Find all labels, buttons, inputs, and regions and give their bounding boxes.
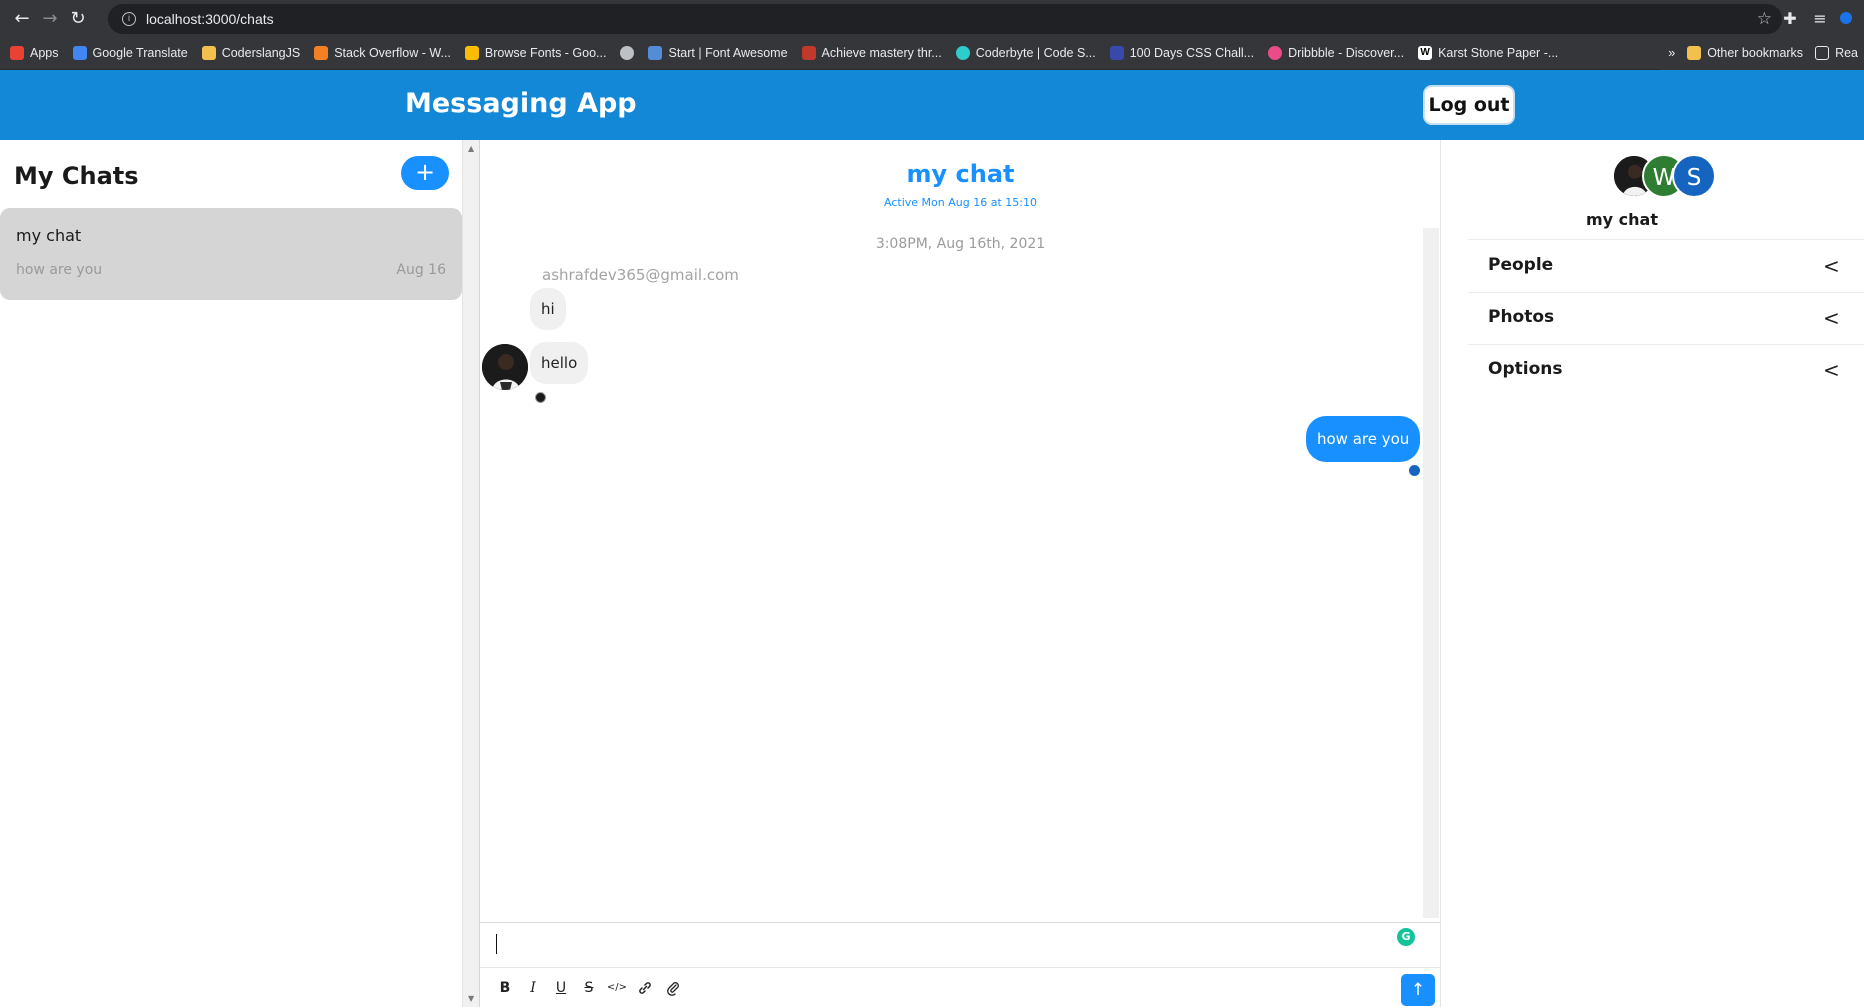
italic-icon[interactable]: I [522, 976, 544, 1000]
grammarly-icon[interactable]: G [1397, 928, 1415, 946]
forward-icon[interactable]: → [36, 4, 64, 32]
reading-list[interactable]: Rea [1815, 46, 1858, 60]
apps-grid-icon [10, 45, 24, 60]
folder-icon [1687, 46, 1702, 60]
bookmark-google-translate[interactable]: Google Translate [72, 45, 188, 60]
section-photos[interactable]: Photos < [1468, 292, 1864, 344]
app-title: Messaging App [405, 88, 637, 119]
more-bookmarks-icon[interactable]: » [1668, 46, 1675, 60]
chat-list-title: My Chats [14, 162, 139, 190]
new-chat-button[interactable]: + [401, 156, 449, 190]
bookmark-coderslangjs[interactable]: CoderslangJS [201, 45, 300, 60]
feed-scrollbar[interactable] [1423, 228, 1439, 918]
logout-button[interactable]: Log out [1423, 85, 1515, 125]
chevron-left-icon[interactable]: < [1823, 306, 1840, 330]
scroll-down-icon[interactable]: ▼ [468, 994, 474, 1003]
section-options-label: Options [1488, 359, 1563, 379]
panel-scrollbar[interactable]: ▲ ▼ [462, 140, 480, 1007]
app-header: Messaging App Log out [0, 70, 1864, 140]
section-people-label: People [1488, 255, 1554, 275]
bookmark-google-fonts[interactable]: Browse Fonts - Goo... [464, 45, 606, 60]
bold-icon[interactable]: B [494, 976, 516, 1000]
course-icon [801, 45, 816, 60]
address-bar[interactable]: i localhost:3000/chats ☆ [108, 4, 1782, 34]
chevron-left-icon[interactable]: < [1823, 254, 1840, 278]
message-bubble-out: how are you [1306, 416, 1421, 462]
bookmark-apps[interactable]: Apps [10, 45, 59, 60]
bookmark-achieve-mastery[interactable]: Achieve mastery thr... [801, 45, 942, 60]
chat-list-panel: My Chats + my chat how are you Aug 16 [0, 140, 462, 1007]
underline-icon[interactable]: U [550, 976, 572, 1000]
message-bubble-in: hi [530, 288, 566, 330]
message-timestamp: 3:08PM, Aug 16th, 2021 [875, 236, 1046, 252]
stack-overflow-icon [314, 45, 329, 60]
browser-toolbar: ← → ↻ i localhost:3000/chats ☆ ✚ ≡ [0, 0, 1864, 36]
message-input[interactable] [480, 923, 1441, 965]
person-photo-icon [482, 344, 528, 390]
media-control-icon[interactable]: ≡ [1810, 9, 1830, 28]
chevron-left-icon[interactable]: < [1823, 358, 1840, 382]
details-chat-name: my chat [1586, 210, 1658, 229]
scroll-up-icon[interactable]: ▲ [468, 144, 474, 153]
flag-icon [648, 45, 663, 60]
section-people[interactable]: People < [1468, 240, 1864, 292]
message-bubble-in: hello [530, 342, 589, 384]
info-icon[interactable]: i [122, 12, 136, 26]
text-caret [496, 934, 497, 954]
read-receipt-avatar [1409, 465, 1420, 476]
bookmark-stack-overflow[interactable]: Stack Overflow - W... [314, 45, 451, 60]
globe-icon [620, 45, 635, 60]
bookmarks-bar: Apps Google Translate CoderslangJS Stack… [0, 36, 1864, 70]
back-icon[interactable]: ← [8, 4, 36, 32]
google-fonts-icon [464, 45, 479, 60]
format-toolbar: B I U S </> ↑ [480, 967, 1441, 1008]
css-challenge-icon [1109, 45, 1124, 60]
strikethrough-icon[interactable]: S [578, 976, 600, 1000]
bookmark-font-awesome[interactable]: Start | Font Awesome [648, 45, 788, 60]
translate-icon [72, 45, 87, 60]
chat-details-panel: W S my chat People < Photos < Options < [1442, 140, 1864, 1007]
member-avatars: W S [1612, 154, 1722, 198]
dribbble-icon [1268, 45, 1283, 60]
message-sender: ashrafdev365@gmail.com [542, 266, 739, 284]
bookmark-dribbble[interactable]: Dribbble - Discover... [1268, 45, 1404, 60]
chat-list-item-date: Aug 16 [396, 262, 446, 278]
bookmark-star-icon[interactable]: ☆ [1757, 9, 1772, 29]
chat-list-item[interactable]: my chat how are you Aug 16 [0, 208, 462, 300]
section-photos-label: Photos [1488, 307, 1555, 327]
message-composer: G B I U S </> ↑ [480, 922, 1441, 1007]
url-text: localhost:3000/chats [146, 11, 274, 27]
chat-list-item-preview: how are you [16, 262, 103, 278]
karst-icon: W [1418, 45, 1433, 60]
chat-list-item-name: my chat [16, 226, 82, 245]
send-button[interactable]: ↑ [1401, 974, 1435, 1006]
chat-feed: my chat Active Mon Aug 16 at 15:10 3:08P… [480, 140, 1441, 1007]
coderslang-icon [201, 45, 216, 60]
reload-icon[interactable]: ↻ [64, 4, 92, 32]
chat-title: my chat [906, 160, 1015, 188]
bookmark-coderbyte[interactable]: Coderbyte | Code S... [955, 45, 1096, 60]
bookmark-karst-stone-paper[interactable]: W Karst Stone Paper -... [1418, 45, 1558, 60]
link-icon[interactable] [634, 976, 656, 1000]
sender-avatar[interactable] [482, 344, 528, 390]
bookmarks-overflow: » Other bookmarks Rea [1660, 36, 1864, 70]
browser-actions: ✚ ≡ [1780, 0, 1864, 36]
extensions-icon[interactable]: ✚ [1780, 9, 1800, 28]
coderbyte-icon [955, 45, 970, 60]
member-avatar-s[interactable]: S [1672, 154, 1716, 198]
reading-list-icon [1815, 46, 1830, 60]
code-icon[interactable]: </> [606, 976, 628, 1000]
bookmark-100-days-css[interactable]: 100 Days CSS Chall... [1109, 45, 1254, 60]
profile-avatar[interactable] [1840, 12, 1852, 24]
paperclip-glyph [667, 982, 679, 996]
attach-icon[interactable] [662, 976, 684, 1000]
bookmark-globe[interactable] [620, 45, 635, 60]
chat-active-status: Active Mon Aug 16 at 15:10 [884, 196, 1037, 209]
section-options[interactable]: Options < [1468, 344, 1864, 396]
read-receipt-avatar [535, 392, 546, 403]
link-glyph [639, 982, 651, 994]
other-bookmarks[interactable]: Other bookmarks [1687, 46, 1803, 60]
